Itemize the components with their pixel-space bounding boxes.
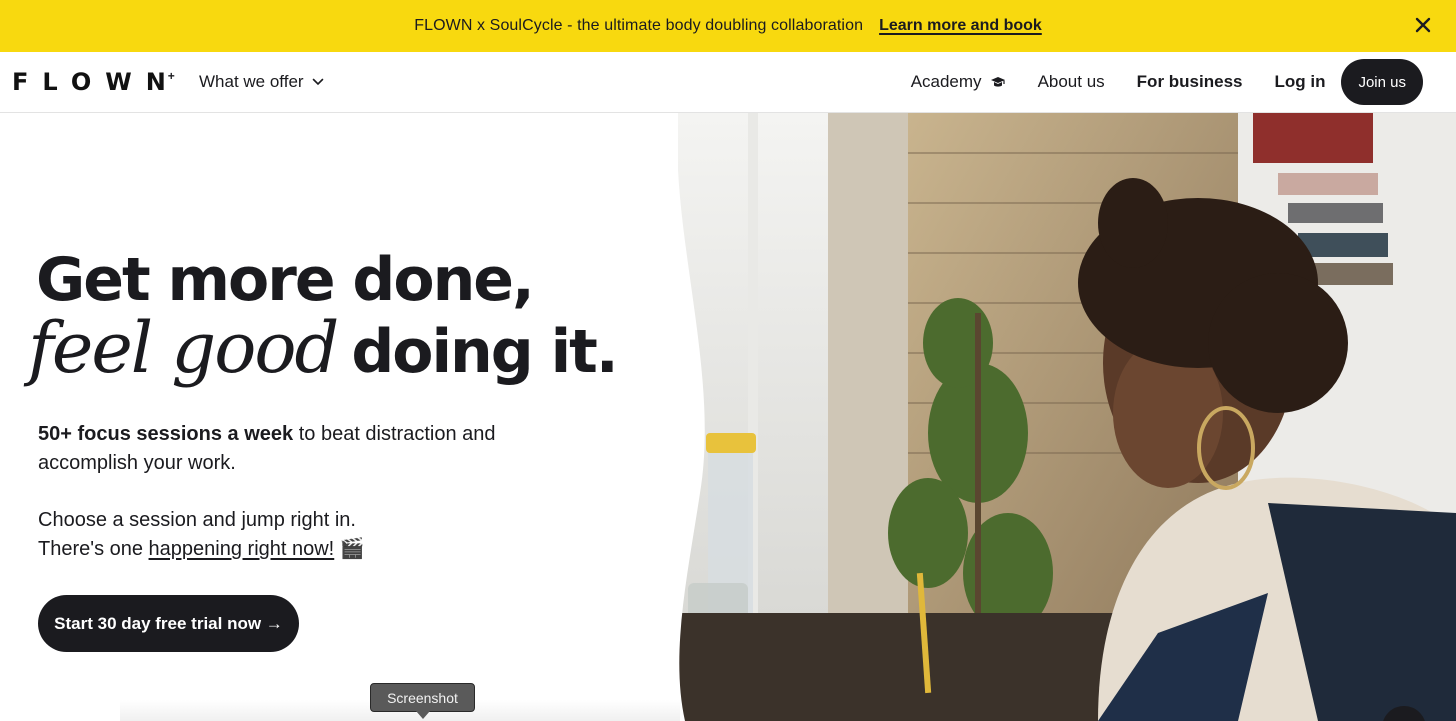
nav-right-group: Academy About us For business Log in Joi… (911, 59, 1423, 105)
academy-label: Academy (910, 72, 982, 91)
banner-text: FLOWN x SoulCycle - the ultimate body do… (414, 17, 864, 34)
hero-heading: Get more done, feel good doing it. (28, 245, 619, 387)
what-we-offer-menu[interactable]: What we offer (199, 72, 324, 92)
tooltip-arrow (416, 711, 430, 719)
logo-text: FLOWN (12, 68, 180, 96)
hero-session-prefix: There's one (38, 538, 149, 560)
hero-photo-illustration (678, 113, 1456, 721)
close-icon[interactable] (1412, 14, 1434, 36)
hero-description-bold: 50+ focus sessions a week (38, 423, 294, 445)
hero-photo (678, 113, 1456, 721)
banner-learn-more-link[interactable]: Learn more and book (879, 17, 1042, 35)
academy-link[interactable]: Academy (911, 72, 1006, 92)
flown-logo[interactable]: FLOWN + (12, 68, 175, 96)
for-business-link[interactable]: For business (1137, 72, 1243, 92)
hero-curve-divider (660, 113, 705, 721)
chevron-down-icon (312, 78, 323, 86)
start-free-trial-button[interactable]: Start 30 day free trial now → (38, 595, 299, 652)
log-in-link[interactable]: Log in (1274, 72, 1325, 92)
announcement-banner: FLOWN x SoulCycle - the ultimate body do… (0, 0, 1456, 52)
top-navigation: FLOWN + What we offer Academy About us F… (0, 52, 1456, 113)
sparkle-icon: + (167, 69, 175, 83)
what-we-offer-label: What we offer (199, 72, 304, 91)
hero-heading-line2: feel good doing it. (28, 313, 619, 387)
happening-now-link[interactable]: happening right now! (149, 538, 335, 560)
hero-italic-phrase: feel good (28, 307, 339, 389)
graduation-cap-icon (990, 77, 1005, 87)
hero-session-line1: Choose a session and jump right in. (38, 509, 356, 531)
hero-description: 50+ focus sessions a week to beat distra… (38, 420, 558, 478)
about-us-link[interactable]: About us (1038, 72, 1105, 92)
hero-session-line2: There's one happening right now! 🎬 (38, 535, 558, 564)
hero-heading-line2-rest: doing it. (351, 317, 618, 387)
clapperboard-icon: 🎬 (339, 538, 365, 560)
hero-session-text: Choose a session and jump right in. Ther… (38, 506, 558, 564)
hero-heading-line1: Get more done, (36, 245, 535, 315)
screenshot-tooltip: Screenshot (370, 683, 475, 712)
join-us-button[interactable]: Join us (1341, 59, 1423, 105)
